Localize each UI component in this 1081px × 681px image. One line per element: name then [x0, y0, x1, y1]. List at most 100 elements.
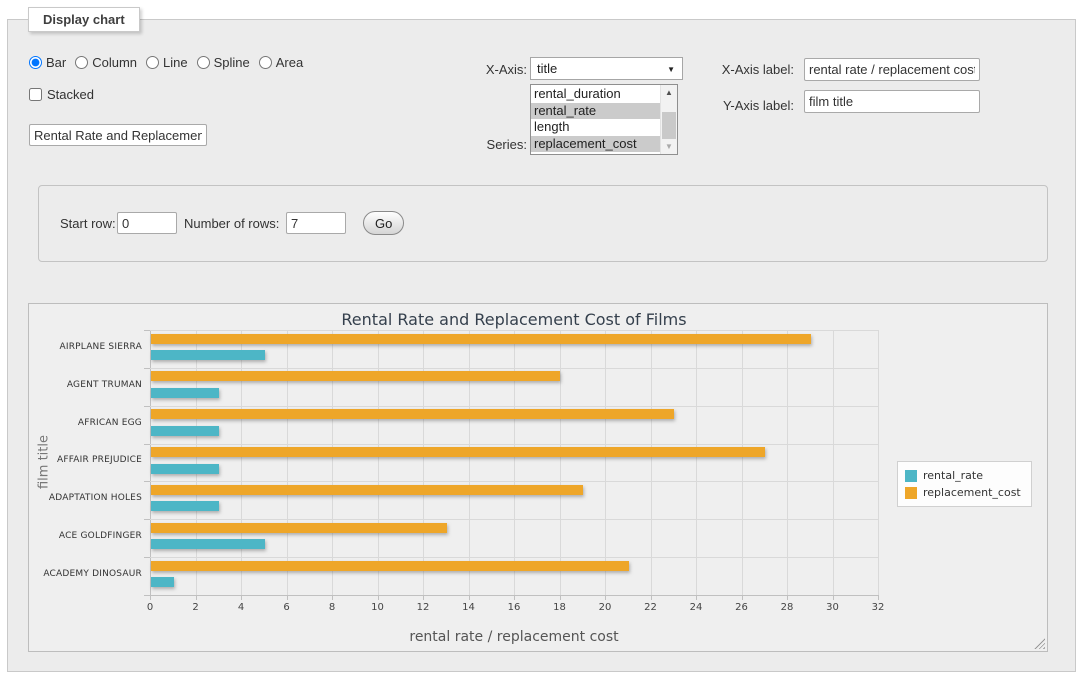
chart-title-input[interactable]	[29, 124, 207, 146]
gridline-y	[150, 406, 878, 407]
panel-title: Display chart	[28, 7, 140, 32]
chart-type-option-spline[interactable]: Spline	[197, 55, 250, 70]
category-label: ACADEMY DINOSAUR	[32, 555, 142, 593]
x-tick-label: 0	[147, 602, 153, 613]
radio-label: Column	[92, 55, 137, 70]
x-tick-label: 4	[238, 602, 244, 613]
page: Display chart Bar Column Line Spline Area St…	[0, 0, 1081, 681]
bar-replacement_cost[interactable]	[151, 447, 765, 457]
radio-line[interactable]	[146, 56, 159, 69]
x-tick-label: 12	[417, 602, 430, 613]
gridline-x	[378, 330, 379, 595]
number-of-rows-input[interactable]	[286, 212, 346, 234]
plot-area: 02468101214161820222426283032AIRPLANE SI…	[150, 330, 878, 595]
stacked-checkbox[interactable]	[29, 88, 42, 101]
bar-replacement_cost[interactable]	[151, 485, 583, 495]
start-row-input[interactable]	[117, 212, 177, 234]
x-tick-label: 6	[283, 602, 289, 613]
row-range-panel: Start row: Number of rows: Go	[38, 185, 1048, 262]
chart-type-option-area[interactable]: Area	[259, 55, 303, 70]
x-tick-label: 28	[781, 602, 794, 613]
x-axis-label-input[interactable]	[804, 58, 980, 81]
x-tick-label: 18	[553, 602, 566, 613]
gridline-x	[651, 330, 652, 595]
legend-swatch	[905, 487, 917, 499]
chart-type-option-line[interactable]: Line	[146, 55, 188, 70]
chevron-down-icon: ▼	[667, 65, 675, 74]
x-axis-select[interactable]: title ▼	[530, 57, 683, 80]
legend-label: rental_rate	[923, 469, 983, 482]
x-tick-label: 10	[371, 602, 384, 613]
legend-item-rental_rate[interactable]: rental_rate	[905, 468, 1021, 483]
bar-rental_rate[interactable]	[151, 464, 219, 474]
gridline-x	[469, 330, 470, 595]
series-listbox-options: rental_durationrental_ratelengthreplacem…	[531, 86, 660, 152]
scroll-down-icon[interactable]: ▼	[661, 139, 677, 154]
gridline-x	[196, 330, 197, 595]
radio-column[interactable]	[75, 56, 88, 69]
gridline-y	[150, 444, 878, 445]
series-option-rental_rate[interactable]: rental_rate	[531, 103, 660, 120]
bar-rental_rate[interactable]	[151, 539, 265, 549]
x-axis-select-label: X-Axis:	[412, 62, 527, 77]
bar-replacement_cost[interactable]	[151, 523, 447, 533]
gridline-x	[241, 330, 242, 595]
gridline-y	[150, 481, 878, 482]
go-button[interactable]: Go	[363, 211, 404, 235]
x-axis-label-label: X-Axis label:	[684, 62, 794, 77]
gridline-x	[878, 330, 879, 595]
bar-rental_rate[interactable]	[151, 350, 265, 360]
bar-replacement_cost[interactable]	[151, 409, 674, 419]
category-label: ADAPTATION HOLES	[32, 479, 142, 517]
gridline-y	[150, 519, 878, 520]
chart-legend: rental_rate replacement_cost	[897, 461, 1032, 507]
series-option-replacement_cost[interactable]: replacement_cost	[531, 136, 660, 153]
gridline-x	[696, 330, 697, 595]
x-tick-label: 2	[192, 602, 198, 613]
gridline-x	[423, 330, 424, 595]
bar-replacement_cost[interactable]	[151, 561, 629, 571]
bar-replacement_cost[interactable]	[151, 371, 560, 381]
y-axis-label-input[interactable]	[804, 90, 980, 113]
chart-title: Rental Rate and Replacement Cost of Film…	[29, 310, 999, 329]
number-of-rows-label: Number of rows:	[184, 216, 279, 231]
series-option-length[interactable]: length	[531, 119, 660, 136]
radio-label: Bar	[46, 55, 66, 70]
chart-container: Rental Rate and Replacement Cost of Film…	[28, 303, 1048, 652]
bar-replacement_cost[interactable]	[151, 334, 811, 344]
stacked-checkbox-row[interactable]: Stacked	[29, 87, 94, 102]
category-label: AIRPLANE SIERRA	[32, 328, 142, 366]
radio-spline[interactable]	[197, 56, 210, 69]
chart-type-option-column[interactable]: Column	[75, 55, 137, 70]
listbox-scrollbar[interactable]: ▲ ▼	[660, 85, 677, 154]
stacked-label: Stacked	[47, 87, 94, 102]
gridline-x	[560, 330, 561, 595]
radio-area[interactable]	[259, 56, 272, 69]
series-listbox[interactable]: rental_durationrental_ratelengthreplacem…	[530, 84, 678, 155]
gridline-y	[150, 330, 878, 331]
bar-rental_rate[interactable]	[151, 577, 174, 587]
y-axis-label-label: Y-Axis label:	[684, 98, 794, 113]
resize-handle-icon[interactable]	[1034, 638, 1045, 649]
category-label: AGENT TRUMAN	[32, 366, 142, 404]
radio-bar[interactable]	[29, 56, 42, 69]
x-tick-label: 26	[735, 602, 748, 613]
category-label: ACE GOLDFINGER	[32, 517, 142, 555]
scroll-up-icon[interactable]: ▲	[661, 85, 677, 100]
bar-rental_rate[interactable]	[151, 501, 219, 511]
gridline-x	[150, 330, 151, 595]
bar-rental_rate[interactable]	[151, 426, 219, 436]
x-tick-label: 22	[644, 602, 657, 613]
gridline-y	[150, 557, 878, 558]
scrollbar-thumb[interactable]	[662, 112, 676, 139]
x-tick-label: 20	[599, 602, 612, 613]
bar-rental_rate[interactable]	[151, 388, 219, 398]
series-select-label: Series:	[412, 137, 527, 152]
series-option-rental_duration[interactable]: rental_duration	[531, 86, 660, 103]
category-label: AFRICAN EGG	[32, 404, 142, 442]
x-tick-label: 16	[508, 602, 521, 613]
chart-type-option-bar[interactable]: Bar	[29, 55, 66, 70]
legend-swatch	[905, 470, 917, 482]
gridline-x	[742, 330, 743, 595]
legend-item-replacement_cost[interactable]: replacement_cost	[905, 485, 1021, 500]
